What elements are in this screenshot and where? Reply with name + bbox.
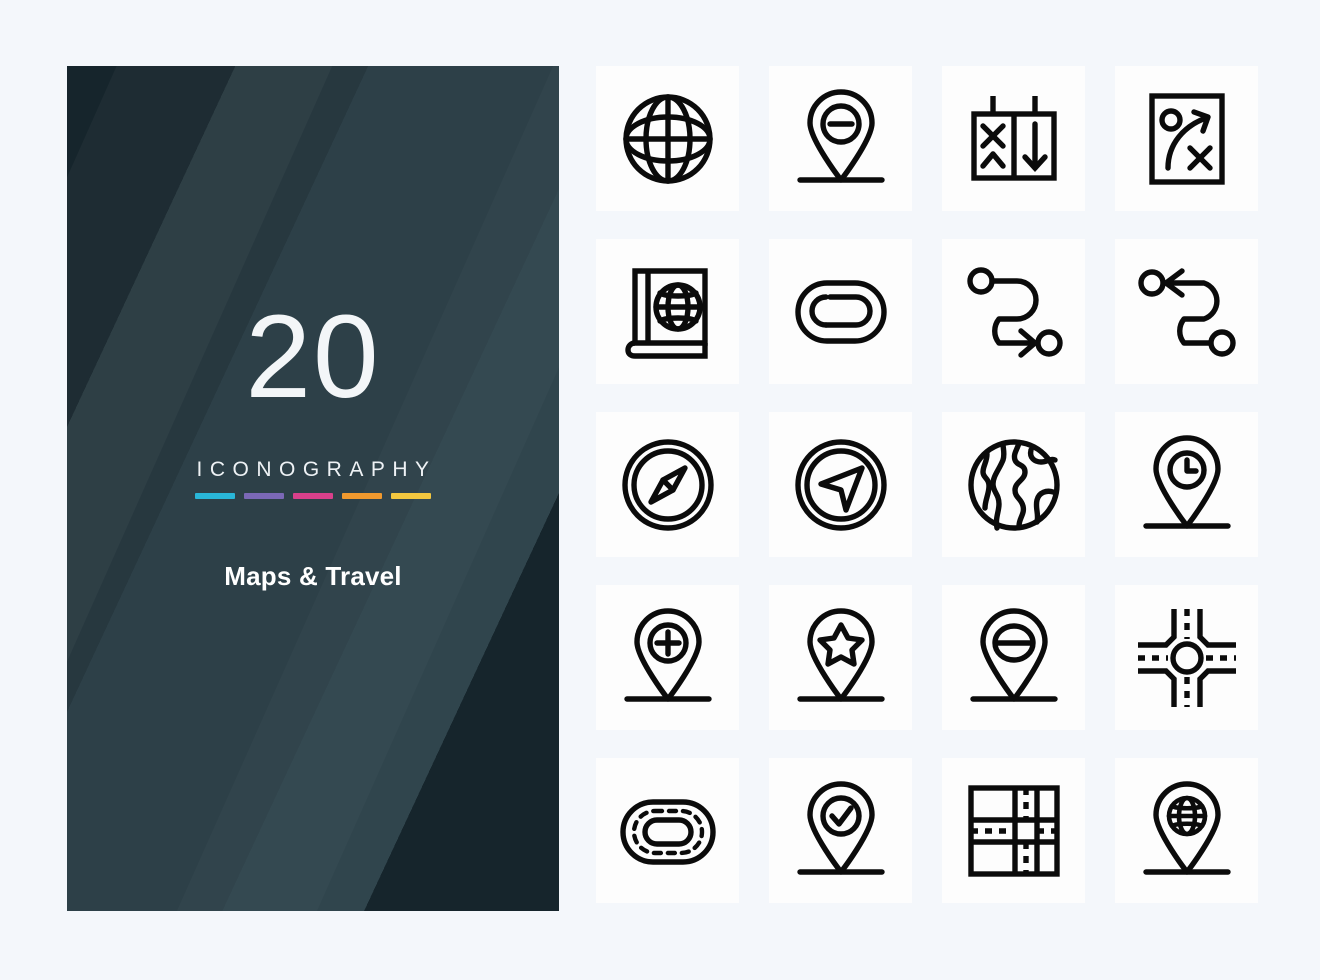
globe-grid-icon xyxy=(622,93,713,184)
icon-card-compass[interactable] xyxy=(596,412,739,557)
bar-cyan xyxy=(195,493,235,499)
map-pin-check-icon xyxy=(796,780,885,875)
map-pin-plus-icon xyxy=(623,607,712,702)
navigation-arrow-icon xyxy=(794,438,887,531)
icon-grid xyxy=(596,66,1258,903)
bar-purple xyxy=(244,493,284,499)
cover-subtitle: ICONOGRAPHY xyxy=(196,458,437,481)
earth-icon xyxy=(967,438,1060,531)
strategy-board-icon xyxy=(1148,92,1225,185)
city-map-icon xyxy=(967,784,1060,877)
icon-card-atlas-book[interactable] xyxy=(596,239,739,384)
icon-set-poster: 20 ICONOGRAPHY Maps & Travel xyxy=(0,0,1320,980)
map-pin-clock-icon xyxy=(1142,434,1231,529)
bar-yellow xyxy=(391,493,431,499)
icon-card-map-pin-minus-alt[interactable] xyxy=(942,585,1085,730)
icon-card-earth[interactable] xyxy=(942,412,1085,557)
map-pin-star-icon xyxy=(796,607,885,702)
icon-count: 20 xyxy=(245,291,381,423)
icon-card-navigation-arrow[interactable] xyxy=(769,412,912,557)
route-arrow-left-icon xyxy=(1137,267,1236,357)
icon-card-map-pin-plus[interactable] xyxy=(596,585,739,730)
map-pin-minus-alt-icon xyxy=(969,607,1058,702)
icon-card-map-pin-minus[interactable] xyxy=(769,66,912,211)
map-pin-globe-icon xyxy=(1142,780,1231,875)
icon-card-globe-grid[interactable] xyxy=(596,66,739,211)
icon-card-route-arrow-left[interactable] xyxy=(1115,239,1258,384)
cover-panel: 20 ICONOGRAPHY Maps & Travel xyxy=(67,66,559,911)
icon-card-map-pin-globe[interactable] xyxy=(1115,758,1258,903)
map-pin-minus-icon xyxy=(796,88,885,183)
racetrack-icon xyxy=(619,798,716,865)
compass-icon xyxy=(621,438,714,531)
icon-card-map-pin-star[interactable] xyxy=(769,585,912,730)
icon-card-map-pin-check[interactable] xyxy=(769,758,912,903)
atlas-book-icon xyxy=(624,267,708,359)
icon-card-map-pin-clock[interactable] xyxy=(1115,412,1258,557)
elevator-icon xyxy=(970,95,1057,181)
accent-bar-group xyxy=(195,493,431,499)
bar-orange xyxy=(342,493,382,499)
roundabout-icon xyxy=(1137,608,1236,707)
track-loop-icon xyxy=(794,279,887,344)
icon-card-route-arrow-right[interactable] xyxy=(942,239,1085,384)
icon-card-racetrack[interactable] xyxy=(596,758,739,903)
cover-title: Maps & Travel xyxy=(224,561,402,591)
icon-card-strategy-board[interactable] xyxy=(1115,66,1258,211)
icon-card-city-map[interactable] xyxy=(942,758,1085,903)
route-arrow-right-icon xyxy=(966,266,1063,358)
icon-card-track-loop[interactable] xyxy=(769,239,912,384)
bar-pink xyxy=(293,493,333,499)
icon-card-elevator[interactable] xyxy=(942,66,1085,211)
icon-card-roundabout[interactable] xyxy=(1115,585,1258,730)
